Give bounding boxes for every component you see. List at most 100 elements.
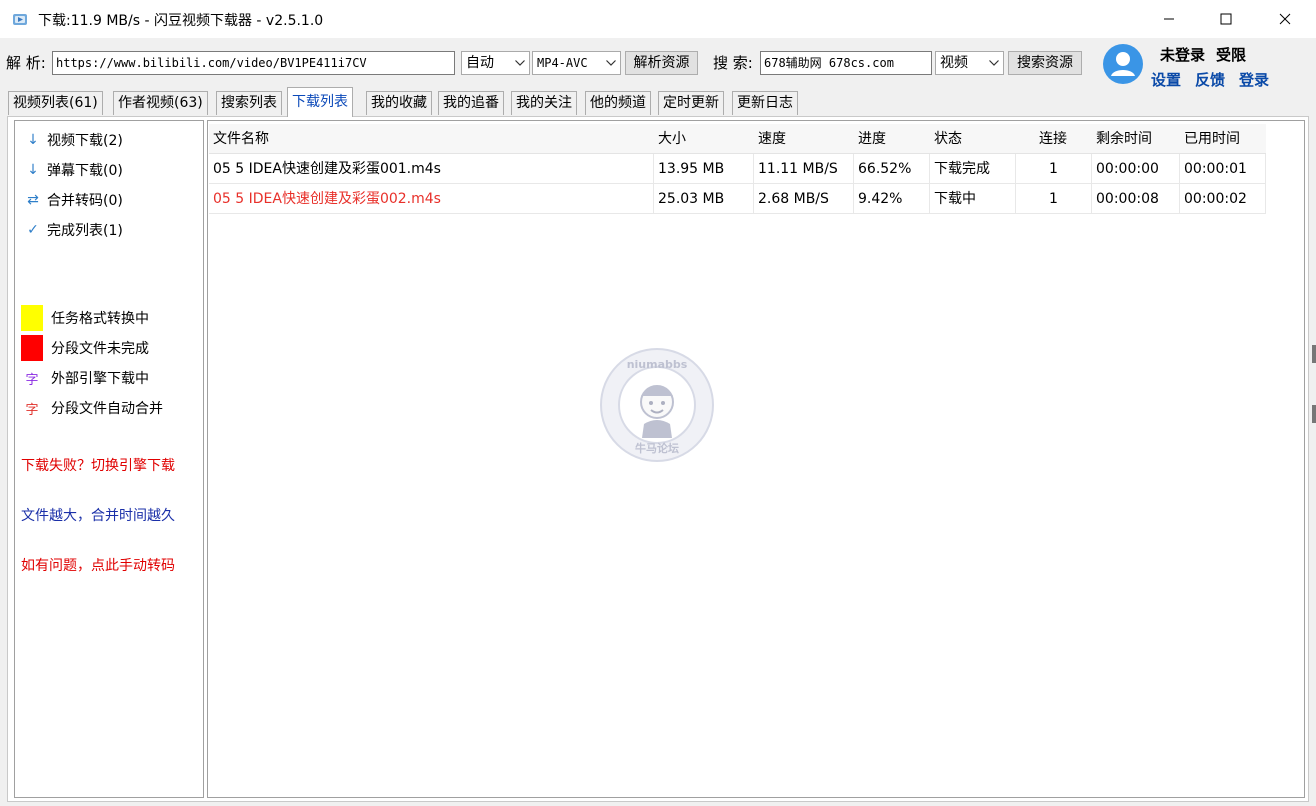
- speed-cell: 11.11 MB/S: [754, 154, 854, 184]
- sidebar: ↓ 视频下载(2) ↓ 弹幕下载(0) ⇄ 合并转码(0) ✓ 完成列表(1) …: [14, 120, 204, 798]
- format-select-value: MP4-AVC: [537, 56, 588, 70]
- size-cell: 13.95 MB: [654, 154, 754, 184]
- legend-external-engine: 字 外部引擎下载中: [21, 368, 149, 388]
- tab-download-list[interactable]: 下载列表: [287, 87, 353, 117]
- tab-my-follows[interactable]: 我的关注: [511, 91, 577, 115]
- sidebar-item-label: 合并转码(0): [47, 193, 123, 209]
- window-title: 下载:11.9 MB/s - 闪豆视频下载器 - v2.5.1.0: [38, 13, 324, 29]
- format-select[interactable]: MP4-AVC: [532, 51, 621, 75]
- settings-link[interactable]: 设置: [1151, 69, 1181, 90]
- tab-video-list[interactable]: 视频列表(61): [8, 91, 103, 115]
- legend-converting: 任务格式转换中: [21, 305, 149, 331]
- sidebar-item-completed-list[interactable]: ✓ 完成列表(1): [23, 220, 123, 240]
- watermark-top-text: niumabbs: [627, 358, 688, 371]
- tab-search-list[interactable]: 搜索列表: [216, 91, 282, 115]
- legend-label: 任务格式转换中: [51, 311, 149, 327]
- sidebar-item-label: 视频下载(2): [47, 133, 123, 149]
- column-header-connections[interactable]: 连接: [1035, 124, 1067, 154]
- search-resource-button[interactable]: 搜索资源: [1008, 51, 1082, 75]
- tab-their-channel[interactable]: 他的频道: [585, 91, 651, 115]
- mode-select-value: 自动: [466, 55, 494, 71]
- connections-cell: 1: [1016, 154, 1092, 184]
- progress-cell: 66.52%: [854, 154, 930, 184]
- legend-label: 分段文件未完成: [51, 341, 149, 357]
- tab-author-videos[interactable]: 作者视频(63): [113, 91, 208, 115]
- status-cell: 下载完成: [930, 154, 1016, 184]
- close-button[interactable]: [1262, 0, 1308, 38]
- column-header-name[interactable]: 文件名称: [209, 124, 269, 154]
- file-name-cell: 05 5 IDEA快速创建及彩蛋001.m4s: [209, 154, 654, 184]
- login-status: 未登录: [1160, 46, 1206, 64]
- sidebar-item-merge-transcode[interactable]: ⇄ 合并转码(0): [23, 190, 123, 210]
- parse-resource-button[interactable]: 解析资源: [625, 51, 698, 75]
- tab-my-bangumi[interactable]: 我的追番: [438, 91, 504, 115]
- parse-label: 解 析:: [6, 54, 46, 72]
- table-row[interactable]: 05 5 IDEA快速创建及彩蛋002.m4s 25.03 MB 2.68 MB…: [209, 184, 1266, 214]
- search-label: 搜 索:: [713, 54, 753, 72]
- progress-cell: 9.42%: [854, 184, 930, 214]
- limit-status: 受限: [1216, 46, 1247, 64]
- search-input[interactable]: 678辅助网 678cs.com: [760, 51, 932, 75]
- connections-cell: 1: [1016, 184, 1092, 214]
- search-type-select[interactable]: 视频: [935, 51, 1004, 75]
- window-edge-mark: [1312, 345, 1316, 363]
- close-icon: [1279, 13, 1291, 25]
- tab-changelog[interactable]: 更新日志: [732, 91, 798, 115]
- column-header-remaining[interactable]: 剩余时间: [1092, 124, 1152, 154]
- tab-scheduled-update[interactable]: 定时更新: [658, 91, 724, 115]
- maximize-button[interactable]: [1203, 0, 1249, 38]
- sidebar-item-danmaku-download[interactable]: ↓ 弹幕下载(0): [23, 160, 123, 180]
- minimize-button[interactable]: [1146, 0, 1192, 38]
- download-list-pane: [207, 120, 1305, 798]
- merge-time-note: 文件越大，合并时间越久: [21, 508, 175, 524]
- switch-engine-link[interactable]: 下载失败？切换引擎下载: [21, 455, 175, 475]
- window-edge-mark: [1312, 405, 1316, 423]
- feedback-link[interactable]: 反馈: [1195, 69, 1225, 90]
- app-icon: [13, 14, 27, 25]
- minimize-icon: [1164, 18, 1174, 20]
- forum-watermark-logo: niumabbs 牛马论坛: [600, 348, 714, 462]
- sidebar-item-label: 弹幕下载(0): [47, 163, 123, 179]
- legend-incomplete: 分段文件未完成: [21, 335, 149, 361]
- size-cell: 25.03 MB: [654, 184, 754, 214]
- legend-label: 分段文件自动合并: [51, 401, 163, 417]
- mode-select[interactable]: 自动: [461, 51, 530, 75]
- chevron-down-icon: [989, 60, 999, 66]
- sidebar-item-video-download[interactable]: ↓ 视频下载(2): [23, 130, 123, 150]
- tab-my-favorites[interactable]: 我的收藏: [366, 91, 432, 115]
- file-name-cell: 05 5 IDEA快速创建及彩蛋002.m4s: [209, 184, 654, 214]
- column-header-speed[interactable]: 速度: [754, 124, 786, 154]
- login-link[interactable]: 登录: [1239, 69, 1269, 90]
- speed-cell: 2.68 MB/S: [754, 184, 854, 214]
- chevron-down-icon: [606, 60, 616, 66]
- char-glyph-icon: 字: [25, 402, 39, 418]
- legend-label: 外部引擎下载中: [51, 371, 149, 387]
- manual-transcode-link[interactable]: 如有问题，点此手动转码: [21, 555, 175, 575]
- arrow-down-icon: ↓: [27, 132, 39, 148]
- red-swatch: [21, 335, 43, 361]
- legend-auto-merge: 字 分段文件自动合并: [21, 398, 163, 418]
- remaining-cell: 00:00:08: [1092, 184, 1180, 214]
- swap-arrows-icon: ⇄: [27, 192, 39, 208]
- table-header: 文件名称 大小 速度 进度 状态 连接 剩余时间 已用时间: [209, 124, 1266, 154]
- chevron-down-icon: [515, 60, 525, 66]
- char-glyph-icon: 字: [25, 372, 39, 388]
- url-input[interactable]: https://www.bilibili.com/video/BV1PE411i…: [52, 51, 455, 75]
- yellow-swatch: [21, 305, 43, 331]
- remaining-cell: 00:00:00: [1092, 154, 1180, 184]
- avatar-icon[interactable]: [1102, 43, 1144, 85]
- column-header-elapsed[interactable]: 已用时间: [1180, 124, 1240, 154]
- search-type-value: 视频: [940, 55, 968, 71]
- arrow-down-icon: ↓: [27, 162, 39, 178]
- column-header-progress[interactable]: 进度: [854, 124, 886, 154]
- watermark-bottom-text: 牛马论坛: [635, 441, 679, 455]
- status-cell: 下载中: [930, 184, 1016, 214]
- check-icon: ✓: [27, 222, 39, 238]
- elapsed-cell: 00:00:01: [1180, 154, 1266, 184]
- column-header-size[interactable]: 大小: [654, 124, 686, 154]
- title-bar: 下载:11.9 MB/s - 闪豆视频下载器 - v2.5.1.0: [0, 0, 1316, 38]
- sidebar-item-label: 完成列表(1): [47, 223, 123, 239]
- column-header-status[interactable]: 状态: [930, 124, 962, 154]
- table-row[interactable]: 05 5 IDEA快速创建及彩蛋001.m4s 13.95 MB 11.11 M…: [209, 154, 1266, 184]
- maximize-icon: [1220, 13, 1232, 25]
